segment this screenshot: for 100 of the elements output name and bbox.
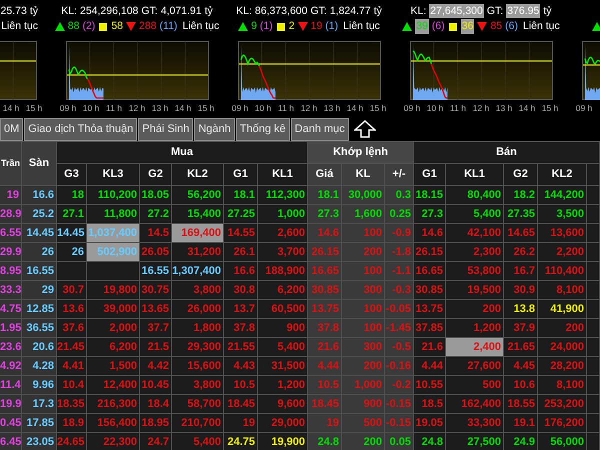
table-cell: 3,800 — [193, 379, 221, 391]
table-cell: 0.05 — [390, 436, 411, 448]
table-cell: 14.45 — [57, 227, 85, 239]
table-cell: 24.75 — [227, 436, 255, 448]
table-cell: 14.6 — [318, 227, 339, 239]
time-label: 09 h — [58, 102, 78, 115]
table-cell: 27.25 — [227, 208, 255, 220]
table-cell: 19.05 — [415, 417, 443, 429]
table-cell: 4.45 — [514, 360, 535, 372]
table-cell: 56,200 — [187, 189, 221, 201]
table-cell: 4.44 — [318, 360, 339, 372]
table-cell: 21.5 — [148, 341, 169, 353]
tab[interactable]: Giao dịch Thỏa thuận — [24, 118, 138, 141]
table-cell: 10.4 — [62, 379, 84, 391]
time-label: 10 h — [426, 102, 444, 115]
table-cell: 14.5 — [148, 227, 169, 239]
table-cell: 12.85 — [26, 303, 54, 315]
up-triangle-icon — [402, 22, 412, 31]
table-cell: 4.42 — [148, 360, 169, 372]
table-cell: 37.9 — [514, 322, 535, 334]
time-label: 12 h — [300, 102, 318, 115]
scroll-up-icon[interactable] — [354, 119, 376, 139]
table-cell: -1.1 — [392, 265, 411, 277]
table-cell: 1.95 — [0, 322, 22, 334]
table-cell: 18.4 — [148, 398, 169, 410]
table-cell: 14.6 — [422, 227, 443, 239]
time-label: 15 h — [196, 102, 216, 115]
table-cell: 6.55 — [0, 227, 22, 239]
table-cell: 16.55 — [26, 265, 54, 277]
table-cell: 200 — [364, 436, 382, 448]
table-cell: 11.4 — [0, 379, 21, 391]
table-cell: 112,300 — [266, 189, 305, 201]
table-cell: 900 — [286, 322, 305, 334]
up-triangle-icon — [592, 22, 600, 31]
column-header: +/- — [385, 164, 414, 186]
table-cell: 30.9 — [514, 284, 535, 296]
up-triangle-icon — [54, 22, 65, 31]
time-label: 09 h — [230, 102, 250, 115]
down-triangle-icon — [126, 22, 136, 31]
table-cell: 37.7 — [148, 322, 169, 334]
column-header: KL2 — [172, 164, 224, 186]
table-cell: 13.65 — [141, 303, 169, 315]
table-cell: 14.65 — [507, 227, 535, 239]
table-cell: 24.7 — [148, 436, 169, 448]
table-cell: 16.7 — [514, 265, 535, 277]
value-label: GT: — [141, 4, 158, 18]
table-cell: 13.6 — [62, 303, 84, 315]
tab[interactable]: Phái Sinh — [138, 118, 194, 141]
table-cell: 26 — [72, 246, 84, 258]
trade-value: 4,071.91 — [160, 4, 202, 18]
table-cell: 16.65 — [415, 265, 443, 277]
table-cell: 18.15 — [415, 189, 443, 201]
table-cell: 37.6 — [62, 322, 84, 334]
table-cell: 21.6 — [422, 341, 443, 353]
table-cell: 36.55 — [26, 322, 54, 334]
floor-count: (1) — [325, 19, 338, 34]
table-cell: 9.96 — [32, 379, 54, 391]
table-cell: 20.6 — [32, 341, 54, 353]
table-cell: 0.25 — [390, 208, 411, 220]
table-cell: 100 — [364, 303, 382, 315]
tab[interactable]: Ngành — [194, 118, 235, 141]
table-cell: 26.05 — [141, 246, 169, 258]
table-cell: -0.9 — [392, 227, 411, 239]
trade-value: 25.73 — [0, 4, 27, 18]
table-cell: 29,300 — [187, 341, 221, 353]
declining-count: 85 — [490, 19, 502, 34]
time-label: 09 h — [402, 102, 422, 115]
table-cell: 12,400 — [103, 379, 137, 391]
square-icon — [448, 22, 458, 31]
tab[interactable]: Thống kê — [236, 118, 290, 141]
table-cell: 27.2 — [148, 208, 169, 220]
table-cell: 30,000 — [348, 189, 382, 201]
column-header: G3 — [57, 164, 87, 186]
table-cell: 30.75 — [141, 284, 169, 296]
tab[interactable]: Danh mục — [290, 118, 349, 141]
table-cell: 5,400 — [277, 341, 305, 353]
table-cell: 4.43 — [234, 360, 255, 372]
table-cell: 1,000 — [277, 208, 305, 220]
table-cell: 21.45 — [57, 341, 85, 353]
table-cell: 10.6 — [514, 379, 535, 391]
time-label: 13 h — [150, 102, 170, 115]
time-label: 15 h — [368, 102, 388, 115]
table-cell: 30.85 — [311, 284, 339, 296]
table-cell: 19.1 — [514, 417, 535, 429]
column-header: G1 — [224, 164, 258, 186]
column-header: G2 — [504, 164, 538, 186]
table-cell: 18.05 — [141, 189, 169, 201]
table-cell: 0.45 — [0, 417, 22, 429]
table-cell: 2,600 — [277, 227, 305, 239]
table-cell: 30.7 — [62, 284, 84, 296]
unit-label: tỷ — [30, 4, 38, 18]
table-cell: 27,500 — [467, 436, 501, 448]
time-label: 13 h — [494, 102, 514, 115]
volume-value: 254,296,108 — [80, 4, 138, 18]
advancing-count: 88 — [68, 19, 80, 34]
table-cell: 11,800 — [104, 208, 137, 220]
session-status: Liên tục — [343, 19, 380, 34]
table-cell: 37.85 — [415, 322, 443, 334]
tab[interactable]: 0M — [0, 118, 24, 141]
column-header: G2 — [140, 164, 172, 186]
